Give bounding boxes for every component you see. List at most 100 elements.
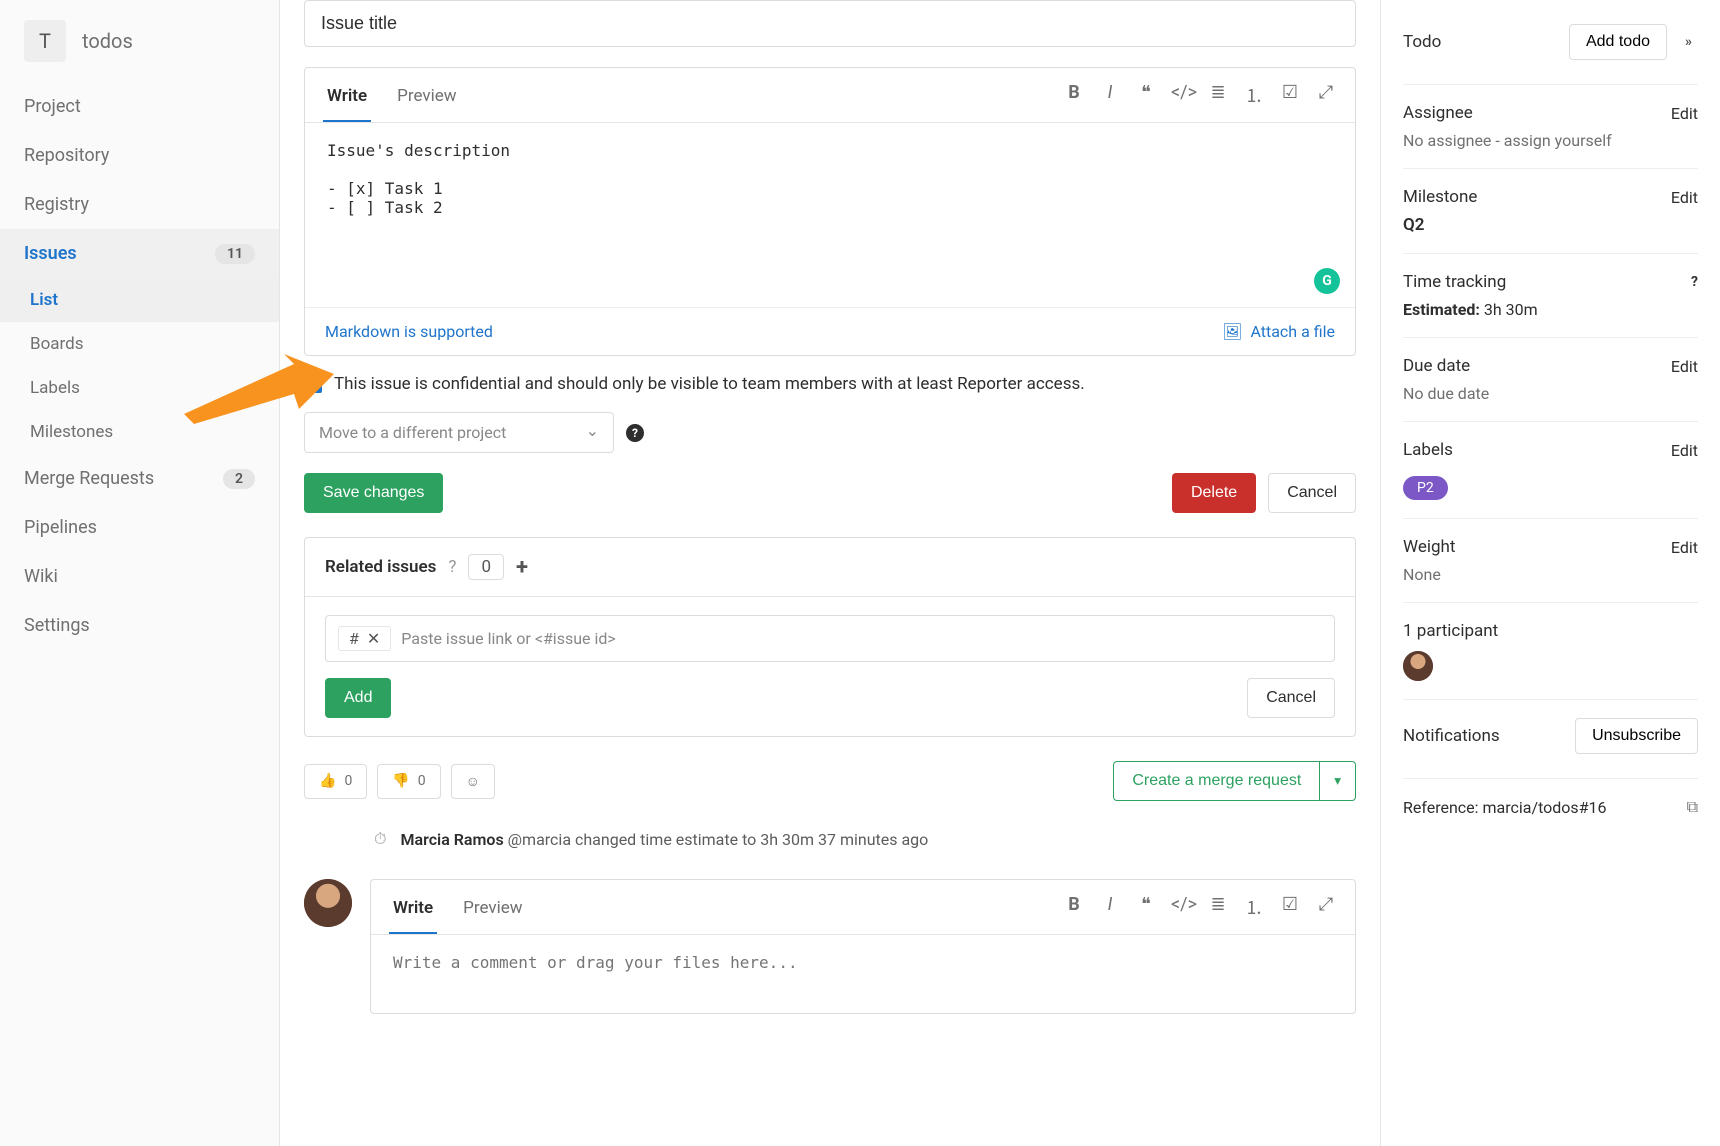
grammarly-icon[interactable]: G <box>1314 268 1340 294</box>
nav-issues[interactable]: Issues 11 <box>0 229 279 278</box>
italic-icon[interactable]: I <box>1099 82 1121 108</box>
nav-label: Registry <box>24 194 89 215</box>
copy-reference-icon[interactable]: ⧉ <box>1687 797 1698 817</box>
code-icon[interactable]: </> <box>1171 82 1193 108</box>
nav-sub-labels[interactable]: Labels <box>0 366 279 410</box>
user-avatar[interactable] <box>304 879 352 927</box>
cancel-button[interactable]: Cancel <box>1268 473 1356 513</box>
bold-icon[interactable]: B <box>1063 894 1085 920</box>
nav-registry[interactable]: Registry <box>0 180 279 229</box>
add-related-icon[interactable]: + <box>516 555 528 580</box>
weight-edit[interactable]: Edit <box>1671 538 1698 557</box>
save-button[interactable]: Save changes <box>304 473 443 513</box>
fullscreen-icon[interactable]: ⤢ <box>1315 82 1337 108</box>
code-icon[interactable]: </> <box>1171 894 1193 920</box>
number-list-icon[interactable]: ⒈ <box>1243 82 1265 108</box>
related-placeholder: Paste issue link or <#issue id> <box>401 629 616 648</box>
comment-textarea[interactable] <box>371 935 1355 1009</box>
milestone-title: Milestone <box>1403 187 1477 207</box>
mr-badge: 2 <box>223 469 255 489</box>
smiley-icon: ☺ <box>466 773 480 790</box>
chip-hash: # <box>349 629 359 648</box>
move-help-icon[interactable]: ? <box>626 424 644 442</box>
labels-edit[interactable]: Edit <box>1671 441 1698 460</box>
collapse-sidebar-icon[interactable]: » <box>1679 28 1698 56</box>
nav-sub-list[interactable]: List <box>0 278 279 322</box>
tab-preview[interactable]: Preview <box>393 76 460 122</box>
create-mr-dropdown[interactable]: ▾ <box>1320 761 1356 801</box>
nav-label: Settings <box>24 615 90 636</box>
bullet-list-icon[interactable]: ≣ <box>1207 894 1229 920</box>
markdown-help-link[interactable]: Markdown is supported <box>325 322 493 341</box>
quote-icon[interactable]: ❝ <box>1135 82 1157 108</box>
related-chip[interactable]: # ✕ <box>338 626 391 651</box>
comment-tab-preview[interactable]: Preview <box>459 888 526 934</box>
attach-file-link[interactable]: 🖼 Attach a file <box>1222 322 1335 341</box>
tab-write[interactable]: Write <box>323 76 371 122</box>
milestone-value[interactable]: Q2 <box>1403 215 1698 235</box>
unsubscribe-button[interactable]: Unsubscribe <box>1575 718 1698 754</box>
related-add-button[interactable]: Add <box>325 678 391 718</box>
comment-tab-write[interactable]: Write <box>389 888 437 934</box>
delete-button[interactable]: Delete <box>1172 473 1256 513</box>
related-title: Related issues <box>325 557 436 577</box>
related-help-icon[interactable]: ? <box>448 557 456 577</box>
description-editor: Write Preview B I ❝ </> ≣ ⒈ ☑ ⤢ Issue's … <box>304 67 1356 356</box>
nav-wiki[interactable]: Wiki <box>0 552 279 601</box>
fullscreen-icon[interactable]: ⤢ <box>1315 894 1337 920</box>
thumbs-down-button[interactable]: 👎0 <box>377 764 440 799</box>
activity-text: changed time estimate to 3h 30m <box>575 830 814 849</box>
nav-pipelines[interactable]: Pipelines <box>0 503 279 552</box>
number-list-icon[interactable]: ⒈ <box>1243 894 1265 920</box>
time-tracking-title: Time tracking <box>1403 272 1506 292</box>
confidential-checkbox[interactable] <box>304 375 322 393</box>
comment-editor: Write Preview B I ❝ </> ≣ ⒈ ☑ ⤢ <box>370 879 1356 1014</box>
italic-icon[interactable]: I <box>1099 894 1121 920</box>
bold-icon[interactable]: B <box>1063 82 1085 108</box>
assignee-edit[interactable]: Edit <box>1671 104 1698 123</box>
activity-item: ⏱ Marcia Ramos @marcia changed time esti… <box>304 829 1356 849</box>
project-header[interactable]: T todos <box>0 0 279 82</box>
milestone-edit[interactable]: Edit <box>1671 188 1698 207</box>
activity-handle[interactable]: @marcia <box>508 830 571 849</box>
nav-merge-requests[interactable]: Merge Requests 2 <box>0 454 279 503</box>
emoji-picker-button[interactable]: ☺ <box>451 764 495 799</box>
nav-settings[interactable]: Settings <box>0 601 279 650</box>
related-issue-input[interactable]: # ✕ Paste issue link or <#issue id> <box>325 615 1335 662</box>
nav-sub-milestones[interactable]: Milestones <box>0 410 279 454</box>
due-date-title: Due date <box>1403 356 1470 376</box>
project-avatar: T <box>24 20 66 62</box>
description-textarea[interactable]: Issue's description - [x] Task 1 - [ ] T… <box>305 123 1355 303</box>
issues-submenu: List Boards Labels Milestones <box>0 278 279 454</box>
time-help-icon[interactable]: ? <box>1691 274 1698 290</box>
issues-badge: 11 <box>215 244 255 264</box>
thumbs-up-count: 0 <box>344 773 352 789</box>
related-cancel-button[interactable]: Cancel <box>1247 678 1335 718</box>
thumbs-down-count: 0 <box>418 773 426 789</box>
create-mr-button[interactable]: Create a merge request <box>1113 761 1320 801</box>
task-list-icon[interactable]: ☑ <box>1279 894 1301 920</box>
task-list-icon[interactable]: ☑ <box>1279 82 1301 108</box>
thumbs-up-button[interactable]: 👍0 <box>304 764 367 799</box>
nav-project[interactable]: Project <box>0 82 279 131</box>
assign-yourself-link[interactable]: assign yourself <box>1504 131 1612 150</box>
confidential-label: This issue is confidential and should on… <box>334 374 1085 394</box>
quote-icon[interactable]: ❝ <box>1135 894 1157 920</box>
nav-sub-boards[interactable]: Boards <box>0 322 279 366</box>
participants-title: 1 participant <box>1403 621 1698 641</box>
move-project-select[interactable]: Move to a different project <box>304 412 614 453</box>
bullet-list-icon[interactable]: ≣ <box>1207 82 1229 108</box>
nav-repository[interactable]: Repository <box>0 131 279 180</box>
add-todo-button[interactable]: Add todo <box>1569 24 1667 60</box>
assignee-none: No assignee - <box>1403 131 1500 150</box>
related-count: 0 <box>468 554 504 580</box>
issue-title-input[interactable] <box>304 0 1356 47</box>
assignee-title: Assignee <box>1403 103 1473 123</box>
activity-user[interactable]: Marcia Ramos <box>400 830 503 849</box>
label-p2[interactable]: P2 <box>1403 476 1448 500</box>
participant-avatar[interactable] <box>1403 651 1433 681</box>
due-date-edit[interactable]: Edit <box>1671 357 1698 376</box>
chip-remove-icon[interactable]: ✕ <box>367 629 380 648</box>
time-estimated-label: Estimated: <box>1403 300 1480 319</box>
weight-title: Weight <box>1403 537 1455 557</box>
